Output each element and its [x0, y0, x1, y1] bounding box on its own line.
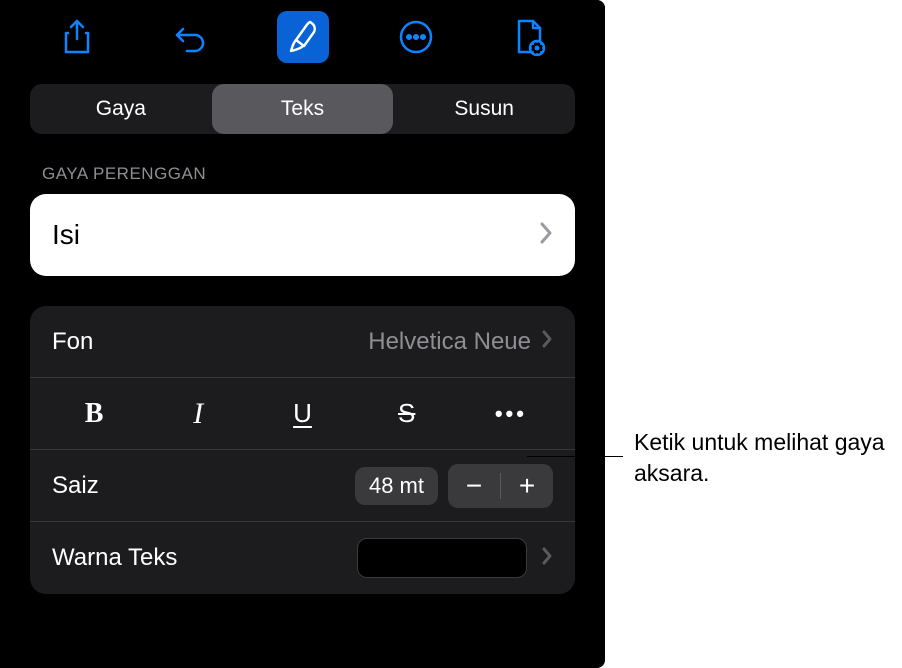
- text-style-buttons: B I U S •••: [30, 378, 575, 450]
- size-stepper: − +: [448, 464, 553, 508]
- document-icon: [512, 18, 546, 56]
- tab-style[interactable]: Gaya: [30, 84, 212, 134]
- size-value[interactable]: 48 mt: [355, 467, 438, 505]
- panel-content: Gaya Teks Susun GAYA PERENGGAN Isi Fon H…: [0, 74, 605, 594]
- tab-arrange[interactable]: Susun: [393, 84, 575, 134]
- format-panel: Gaya Teks Susun GAYA PERENGGAN Isi Fon H…: [0, 0, 605, 668]
- text-settings-panel: Fon Helvetica Neue B I U S ••• Saiz 48 m…: [30, 306, 575, 594]
- italic-button[interactable]: I: [146, 390, 250, 438]
- share-icon: [62, 19, 92, 55]
- undo-button[interactable]: [164, 11, 216, 63]
- paragraph-style-picker[interactable]: Isi: [30, 194, 575, 276]
- font-row[interactable]: Fon Helvetica Neue: [30, 306, 575, 378]
- share-button[interactable]: [51, 11, 103, 63]
- top-toolbar: [0, 0, 605, 74]
- format-brush-button[interactable]: [277, 11, 329, 63]
- format-tabs: Gaya Teks Susun: [30, 84, 575, 134]
- more-text-options-button[interactable]: •••: [459, 390, 563, 438]
- paragraph-style-label: GAYA PERENGGAN: [42, 164, 575, 184]
- bold-button[interactable]: B: [42, 390, 146, 438]
- underline-button[interactable]: U: [250, 390, 354, 438]
- strikethrough-button[interactable]: S: [355, 390, 459, 438]
- callout-text: Ketik untuk melihat gaya aksara.: [634, 427, 894, 489]
- text-color-row[interactable]: Warna Teks: [30, 522, 575, 594]
- format-brush-icon: [284, 18, 322, 56]
- size-row: Saiz 48 mt − +: [30, 450, 575, 522]
- document-settings-button[interactable]: [503, 11, 555, 63]
- font-value: Helvetica Neue: [368, 328, 531, 356]
- chevron-right-icon: [539, 221, 553, 250]
- more-icon: [398, 19, 434, 55]
- size-controls: 48 mt − +: [355, 464, 553, 508]
- size-increase-button[interactable]: +: [501, 464, 553, 508]
- undo-icon: [173, 20, 207, 54]
- text-color-label: Warna Teks: [52, 544, 357, 572]
- callout-leader-line: [527, 456, 623, 457]
- text-color-swatch[interactable]: [357, 538, 527, 578]
- tab-text[interactable]: Teks: [212, 84, 394, 134]
- size-label: Saiz: [52, 472, 355, 500]
- font-label: Fon: [52, 328, 368, 356]
- size-decrease-button[interactable]: −: [448, 464, 500, 508]
- chevron-right-icon: [541, 329, 553, 354]
- chevron-right-icon: [541, 546, 553, 571]
- paragraph-style-value: Isi: [52, 219, 80, 251]
- more-button[interactable]: [390, 11, 442, 63]
